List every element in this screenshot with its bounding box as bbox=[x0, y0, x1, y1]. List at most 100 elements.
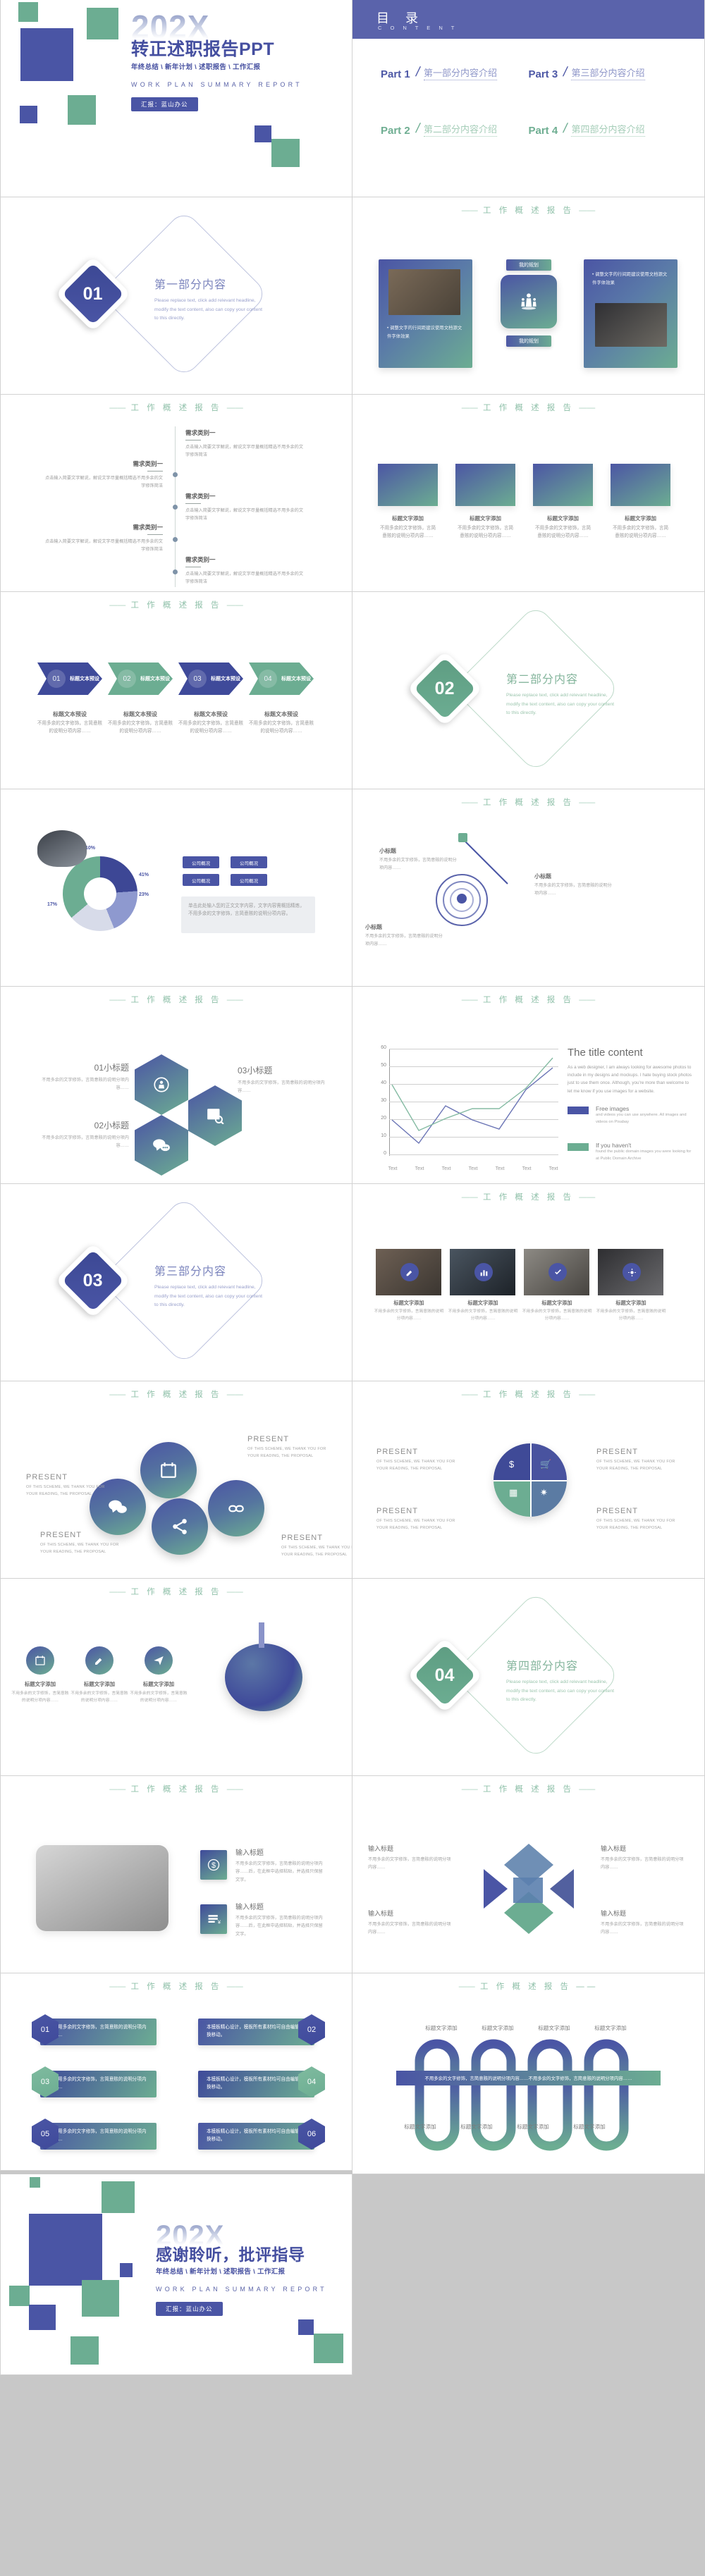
pie-label: 10% bbox=[85, 846, 96, 851]
hexagon-03[interactable] bbox=[188, 1085, 242, 1146]
section-header: —— 工 作 概 述 报 告 —— bbox=[352, 402, 704, 413]
slide-hex-bars[interactable]: —— 工 作 概 述 报 告 —— 本不用多余的文字修饰，言简意赅的说明分项内容… bbox=[0, 1973, 352, 2171]
deco-square-blue bbox=[29, 2305, 56, 2330]
slide-hexagons[interactable]: —— 工 作 概 述 报 告 —— 01小标题 不用多余的文字修饰，言简意赅的说… bbox=[0, 987, 352, 1184]
circle-share[interactable] bbox=[152, 1498, 208, 1555]
slide-image-icon-list[interactable]: —— 工 作 概 述 报 告 —— $ 输入标题 不用多余的文字修饰，言简意赅的… bbox=[0, 1776, 352, 1973]
toc-item-part4[interactable]: Part 4 / 第四部分内容介绍 bbox=[529, 121, 677, 137]
tag-button[interactable]: 公司概况 bbox=[231, 874, 267, 886]
toc-slash-icon: / bbox=[414, 65, 422, 80]
icon-money-stack[interactable]: ¥ bbox=[200, 1904, 227, 1934]
section-dash-right: —— bbox=[579, 1391, 596, 1399]
pill-top[interactable]: 我的规划 bbox=[506, 259, 551, 271]
caption-title: 标题文字添加 bbox=[615, 1300, 646, 1306]
cover-english-line: WORK PLAN SUMMARY REPORT bbox=[131, 80, 302, 88]
slide-quad-pie[interactable]: —— 工 作 概 述 报 告 —— $ 🛒 ▦ ✷ PRESENT OF THI… bbox=[352, 1381, 705, 1579]
section-dash-right: —— bbox=[579, 404, 596, 412]
slide-icon-row[interactable]: —— 工 作 概 述 报 告 —— 标题文字添加 不用多余的文字修饰，言简意赅的… bbox=[0, 1579, 352, 1776]
timeline-dot bbox=[173, 472, 178, 477]
tag-button[interactable]: 公司概况 bbox=[183, 856, 219, 868]
chevron-step[interactable]: 01 标题文本预设 bbox=[37, 663, 102, 695]
chart-ytick: 40 bbox=[381, 1080, 386, 1085]
slide-table-of-contents[interactable]: 目 录 C O N T E N T Part 1 / 第一部分内容介绍 Part… bbox=[352, 0, 705, 197]
slide-divider-01[interactable]: 01 第一部分内容 Please replace text, click add… bbox=[0, 197, 352, 395]
caption-title: 标题文字添加 bbox=[547, 515, 579, 522]
slide-cover[interactable]: 202X 转正述职报告PPT 年终总结 \ 新年计划 \ 述职报告 \ 工作汇报… bbox=[0, 0, 352, 197]
cart-icon: 🛒 bbox=[540, 1459, 552, 1469]
hex-bar: 本模板精心设计，模板所有素材均可自由编辑替换移动。 bbox=[198, 2071, 314, 2097]
hexagon-label-01: 01小标题 不用多余的文字修饰，言简意赅的说明分项内容…… bbox=[30, 1061, 129, 1092]
pen-icon bbox=[95, 1658, 102, 1665]
slide-gradient-squares[interactable]: —— 工 作 概 述 报 告 —— 标题文字添加 不用多余的文字修饰，言简意赅的… bbox=[352, 395, 705, 592]
caption-title: 标题文字添加 bbox=[470, 515, 501, 522]
deco-square-blue bbox=[20, 106, 37, 123]
hex-bar-row[interactable]: 本模板精心设计，模板所有素材均可自由编辑替换移动。 02 bbox=[198, 2014, 325, 2045]
toc-item-label: 第四部分内容介绍 bbox=[571, 122, 645, 137]
slide-line-chart[interactable]: —— 工 作 概 述 报 告 —— 60 50 40 30 20 10 0 Te… bbox=[352, 987, 705, 1184]
tag-button[interactable]: 公司概况 bbox=[231, 856, 267, 868]
chart-ytick: 10 bbox=[381, 1133, 386, 1138]
section-header-text: 工 作 概 述 报 告 bbox=[483, 404, 574, 412]
card-right[interactable]: • 调整文字的行间距建议使用文档源文件字体效果 bbox=[584, 259, 678, 368]
legend-swatch-green bbox=[568, 1142, 589, 1151]
slide-target-rings[interactable]: —— 工 作 概 述 报 告 —— 小标题 不用多余的文字修饰，言简意赅的说明分… bbox=[352, 789, 705, 987]
slide-divider-03[interactable]: 03 第三部分内容 Please replace text, click add… bbox=[0, 1184, 352, 1381]
pill-bottom[interactable]: 我的规划 bbox=[506, 335, 551, 347]
chevron-step[interactable]: 04 标题文本预设 bbox=[249, 663, 314, 695]
slide-circles-present[interactable]: —— 工 作 概 述 报 告 —— PRESENT OF THIS SCHEME… bbox=[0, 1381, 352, 1579]
slide-donut-chart[interactable]: 41% 23% 17% 10% 公司概况 公司概况 公司概况 公司概况 单击此处… bbox=[0, 789, 352, 987]
present-block: PRESENT OF THIS SCHEME, WE THANK YOU FOR… bbox=[596, 1448, 678, 1472]
tag-button[interactable]: 公司概况 bbox=[183, 874, 219, 886]
icon-circle-pen[interactable] bbox=[85, 1646, 114, 1675]
toc-item-part2[interactable]: Part 2 / 第二部分内容介绍 bbox=[381, 121, 529, 137]
caption-body: 不用多余的文字修饰，言简意赅的说明分项内容…… bbox=[248, 721, 314, 734]
thanks-title: 感谢聆听，批评指导 bbox=[156, 2245, 305, 2264]
card-bullet: • 调整文字的行间距建议使用文档源文件字体效果 bbox=[592, 272, 668, 286]
thanks-reporter-badge[interactable]: 汇报：蓝山办公 bbox=[156, 2301, 223, 2316]
icon-circle-calendar[interactable] bbox=[26, 1646, 54, 1675]
card-left[interactable]: • 调整文字的行间距建议使用文档源文件字体效果 bbox=[379, 259, 472, 368]
section-header-text: 工 作 概 述 报 告 bbox=[130, 996, 222, 1004]
circle-calendar[interactable] bbox=[140, 1442, 197, 1498]
hex-bar-row[interactable]: 本模板精心设计，模板所有素材均可自由编辑替换移动。 06 bbox=[198, 2119, 325, 2150]
chevron-step[interactable]: 02 标题文本预设 bbox=[108, 663, 173, 695]
hex-bar-row[interactable]: 本不用多余的文字修饰，言简意赅的说明分项内容…… 01 bbox=[32, 2014, 187, 2045]
hex-bar-text: 本模板精心设计，模板所有素材均可自由编辑替换移动。 bbox=[207, 2025, 305, 2038]
chevron-step[interactable]: 03 标题文本预设 bbox=[178, 663, 243, 695]
toc-item-part3[interactable]: Part 3 / 第三部分内容介绍 bbox=[529, 65, 677, 80]
gradient-square bbox=[611, 464, 670, 506]
gradient-square-caption: 标题文字添加 不用多余的文字修饰，言简意赅的说明分项内容…… bbox=[533, 514, 593, 540]
slide-pinwheel-arrows[interactable]: —— 工 作 概 述 报 告 —— 输入标题 不用多余的文字修饰，言简意赅的说明… bbox=[352, 1776, 705, 1973]
timeline-item-title: 需求类别一 bbox=[133, 524, 163, 531]
caption-body: 不用多余的文字修饰，言简意赅的说明分项内容…… bbox=[448, 1309, 518, 1321]
slide-loops[interactable]: —— 工 作 概 述 报 告 —— 不用多余的文字修饰，言简意赅的说明分项内容…… bbox=[352, 1973, 705, 2174]
slide-timeline[interactable]: —— 工 作 概 述 报 告 —— 需求类别一 点击输入简要文字解说，解说文字尽… bbox=[0, 395, 352, 592]
timeline-item-body: 点击输入简要文字解说，解说文字尽量概括精选不用多余的文字修饰简洁 bbox=[185, 572, 304, 584]
hex-bar-row[interactable]: 本不用多余的文字修饰，言简意赅的说明分项内容…… 05 bbox=[32, 2119, 187, 2150]
hex-bar-text: 本模板精心设计，模板所有素材均可自由编辑替换移动。 bbox=[207, 2077, 305, 2090]
pin-needle-icon bbox=[259, 1622, 264, 1648]
slide-divider-04[interactable]: 04 第四部分内容 Please replace text, click add… bbox=[352, 1579, 705, 1776]
slide-divider-02[interactable]: 02 第二部分内容 Please replace text, click add… bbox=[352, 592, 705, 789]
cover-subtitle: 年终总结 \ 新年计划 \ 述职报告 \ 工作汇报 bbox=[131, 63, 261, 71]
hex-bar-row[interactable]: 本不用多余的文字修饰，言简意赅的说明分项内容…… 03 bbox=[32, 2066, 187, 2097]
section-header-text: 工 作 概 述 报 告 bbox=[130, 1785, 222, 1794]
item-title: 输入标题 bbox=[235, 1904, 264, 1911]
slide-chevron-steps[interactable]: —— 工 作 概 述 报 告 —— 01 标题文本预设 02 标题文本预设 03… bbox=[0, 592, 352, 789]
slide-photo-row[interactable]: —— 工 作 概 述 报 告 —— 标题文字添加 不用多余的文字修饰，言简意赅的… bbox=[352, 1184, 705, 1381]
slide-thank-you[interactable]: 202X 感谢聆听，批评指导 年终总结 \ 新年计划 \ 述职报告 \ 工作汇报… bbox=[0, 2174, 352, 2375]
circle-link[interactable] bbox=[208, 1480, 264, 1536]
chart-legend-2: If you haven't found the public domain i… bbox=[568, 1142, 694, 1171]
hexagon-02[interactable] bbox=[135, 1115, 188, 1176]
chart-ytick: 30 bbox=[381, 1098, 386, 1103]
hexagon-01[interactable] bbox=[135, 1054, 188, 1115]
icon-circle-plane[interactable] bbox=[145, 1646, 173, 1675]
cover-reporter-badge[interactable]: 汇报：蓝山办公 bbox=[131, 97, 198, 111]
line-chart: 60 50 40 30 20 10 0 Text Text Text Text … bbox=[374, 1045, 558, 1171]
icon-money-globe[interactable]: $ bbox=[200, 1850, 227, 1880]
deco-square-green bbox=[314, 2334, 343, 2363]
slide-three-cards[interactable]: —— 工 作 概 述 报 告 —— • 调整文字的行间距建议使用文档源文件字体效… bbox=[352, 197, 705, 395]
timeline-dot bbox=[173, 537, 178, 542]
toc-item-part1[interactable]: Part 1 / 第一部分内容介绍 bbox=[381, 65, 529, 80]
hex-bar-row[interactable]: 本模板精心设计，模板所有素材均可自由编辑替换移动。 04 bbox=[198, 2066, 325, 2097]
